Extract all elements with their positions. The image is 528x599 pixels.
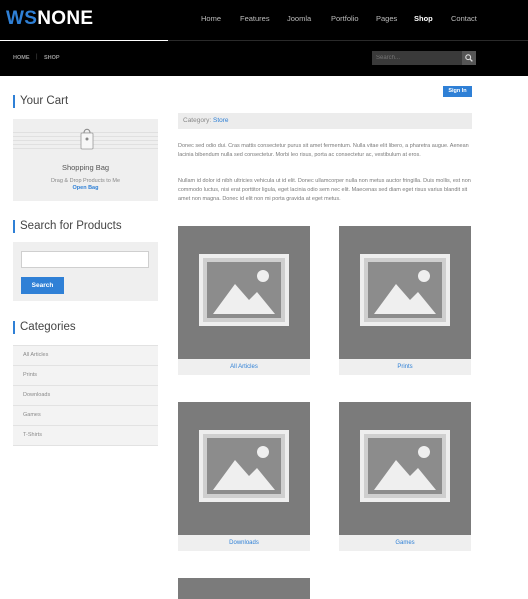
product-thumbnail[interactable] [178, 226, 310, 359]
image-placeholder-icon [199, 430, 289, 502]
cart-title: Shopping Bag [61, 163, 110, 172]
product-thumbnail[interactable] [178, 402, 310, 535]
image-placeholder-icon [360, 430, 450, 502]
header-search-input[interactable] [372, 51, 462, 65]
product-label-prints[interactable]: Prints [339, 359, 471, 375]
search-icon [465, 54, 473, 62]
product-card-downloads: Downloads [178, 402, 310, 551]
description-paragraph-2: Nullam id dolor id nibh ultricies vehicu… [178, 178, 471, 202]
product-thumbnail[interactable] [339, 402, 471, 535]
cart-heading: Your Cart [13, 95, 68, 108]
product-label-all-articles[interactable]: All Articles [178, 359, 310, 375]
cart-subtitle: Drag & Drop Products to Me [50, 178, 121, 184]
product-card-all-articles: All Articles [178, 226, 310, 375]
search-products-widget: Search [13, 242, 158, 301]
category-item-downloads[interactable]: Downloads [13, 385, 158, 405]
nav-item-contact[interactable]: Contact [451, 14, 477, 23]
image-placeholder-icon [199, 254, 289, 326]
description-paragraph-1: Donec sed odio dui. Cras mattis consecte… [178, 143, 469, 158]
categories-heading: Categories [13, 321, 76, 334]
breadcrumb-bar: HOME | SHOP [0, 41, 528, 76]
category-item-all-articles[interactable]: All Articles [13, 345, 158, 365]
category-item-games[interactable]: Games [13, 405, 158, 425]
header-search-button[interactable] [462, 51, 476, 65]
nav-item-joomla[interactable]: Joomla [287, 14, 311, 23]
image-placeholder-icon [360, 254, 450, 326]
categories-list: All Articles Prints Downloads Games T-Sh… [13, 345, 158, 446]
product-card-prints: Prints [339, 226, 471, 375]
product-label-downloads[interactable]: Downloads [178, 535, 310, 551]
shopping-bag-icon [80, 128, 94, 150]
main-nav: Home Features Joomla Portfolio Pages Sho… [0, 0, 528, 40]
product-label-games[interactable]: Games [339, 535, 471, 551]
top-navbar: WSNONE Home Features Joomla Portfolio Pa… [0, 0, 528, 40]
open-bag-link[interactable]: Open Bag [13, 185, 158, 191]
nav-item-pages[interactable]: Pages [376, 14, 397, 23]
product-thumbnail[interactable] [178, 578, 310, 599]
category-item-prints[interactable]: Prints [13, 365, 158, 385]
search-products-input[interactable] [21, 251, 149, 268]
search-button[interactable]: Search [21, 277, 64, 294]
search-products-heading: Search for Products [13, 220, 122, 233]
breadcrumb-home[interactable]: HOME [13, 55, 30, 61]
nav-item-shop[interactable]: Shop [414, 14, 433, 23]
category-bar: Category: Store [178, 113, 472, 129]
product-thumbnail[interactable] [339, 226, 471, 359]
category-store-link[interactable]: Store [213, 117, 229, 124]
sign-in-button[interactable]: Sign In [443, 86, 472, 97]
nav-item-features[interactable]: Features [240, 14, 270, 23]
product-card-games: Games [339, 402, 471, 551]
breadcrumb-separator: | [36, 54, 38, 60]
breadcrumb-current: SHOP [44, 55, 60, 61]
category-item-t-shirts[interactable]: T-Shirts [13, 425, 158, 446]
category-label: Category: [183, 117, 212, 124]
product-card-partial [178, 578, 310, 599]
nav-item-portfolio[interactable]: Portfolio [331, 14, 359, 23]
nav-item-home[interactable]: Home [201, 14, 221, 23]
cart-widget: Shopping Bag Drag & Drop Products to Me … [13, 119, 158, 201]
